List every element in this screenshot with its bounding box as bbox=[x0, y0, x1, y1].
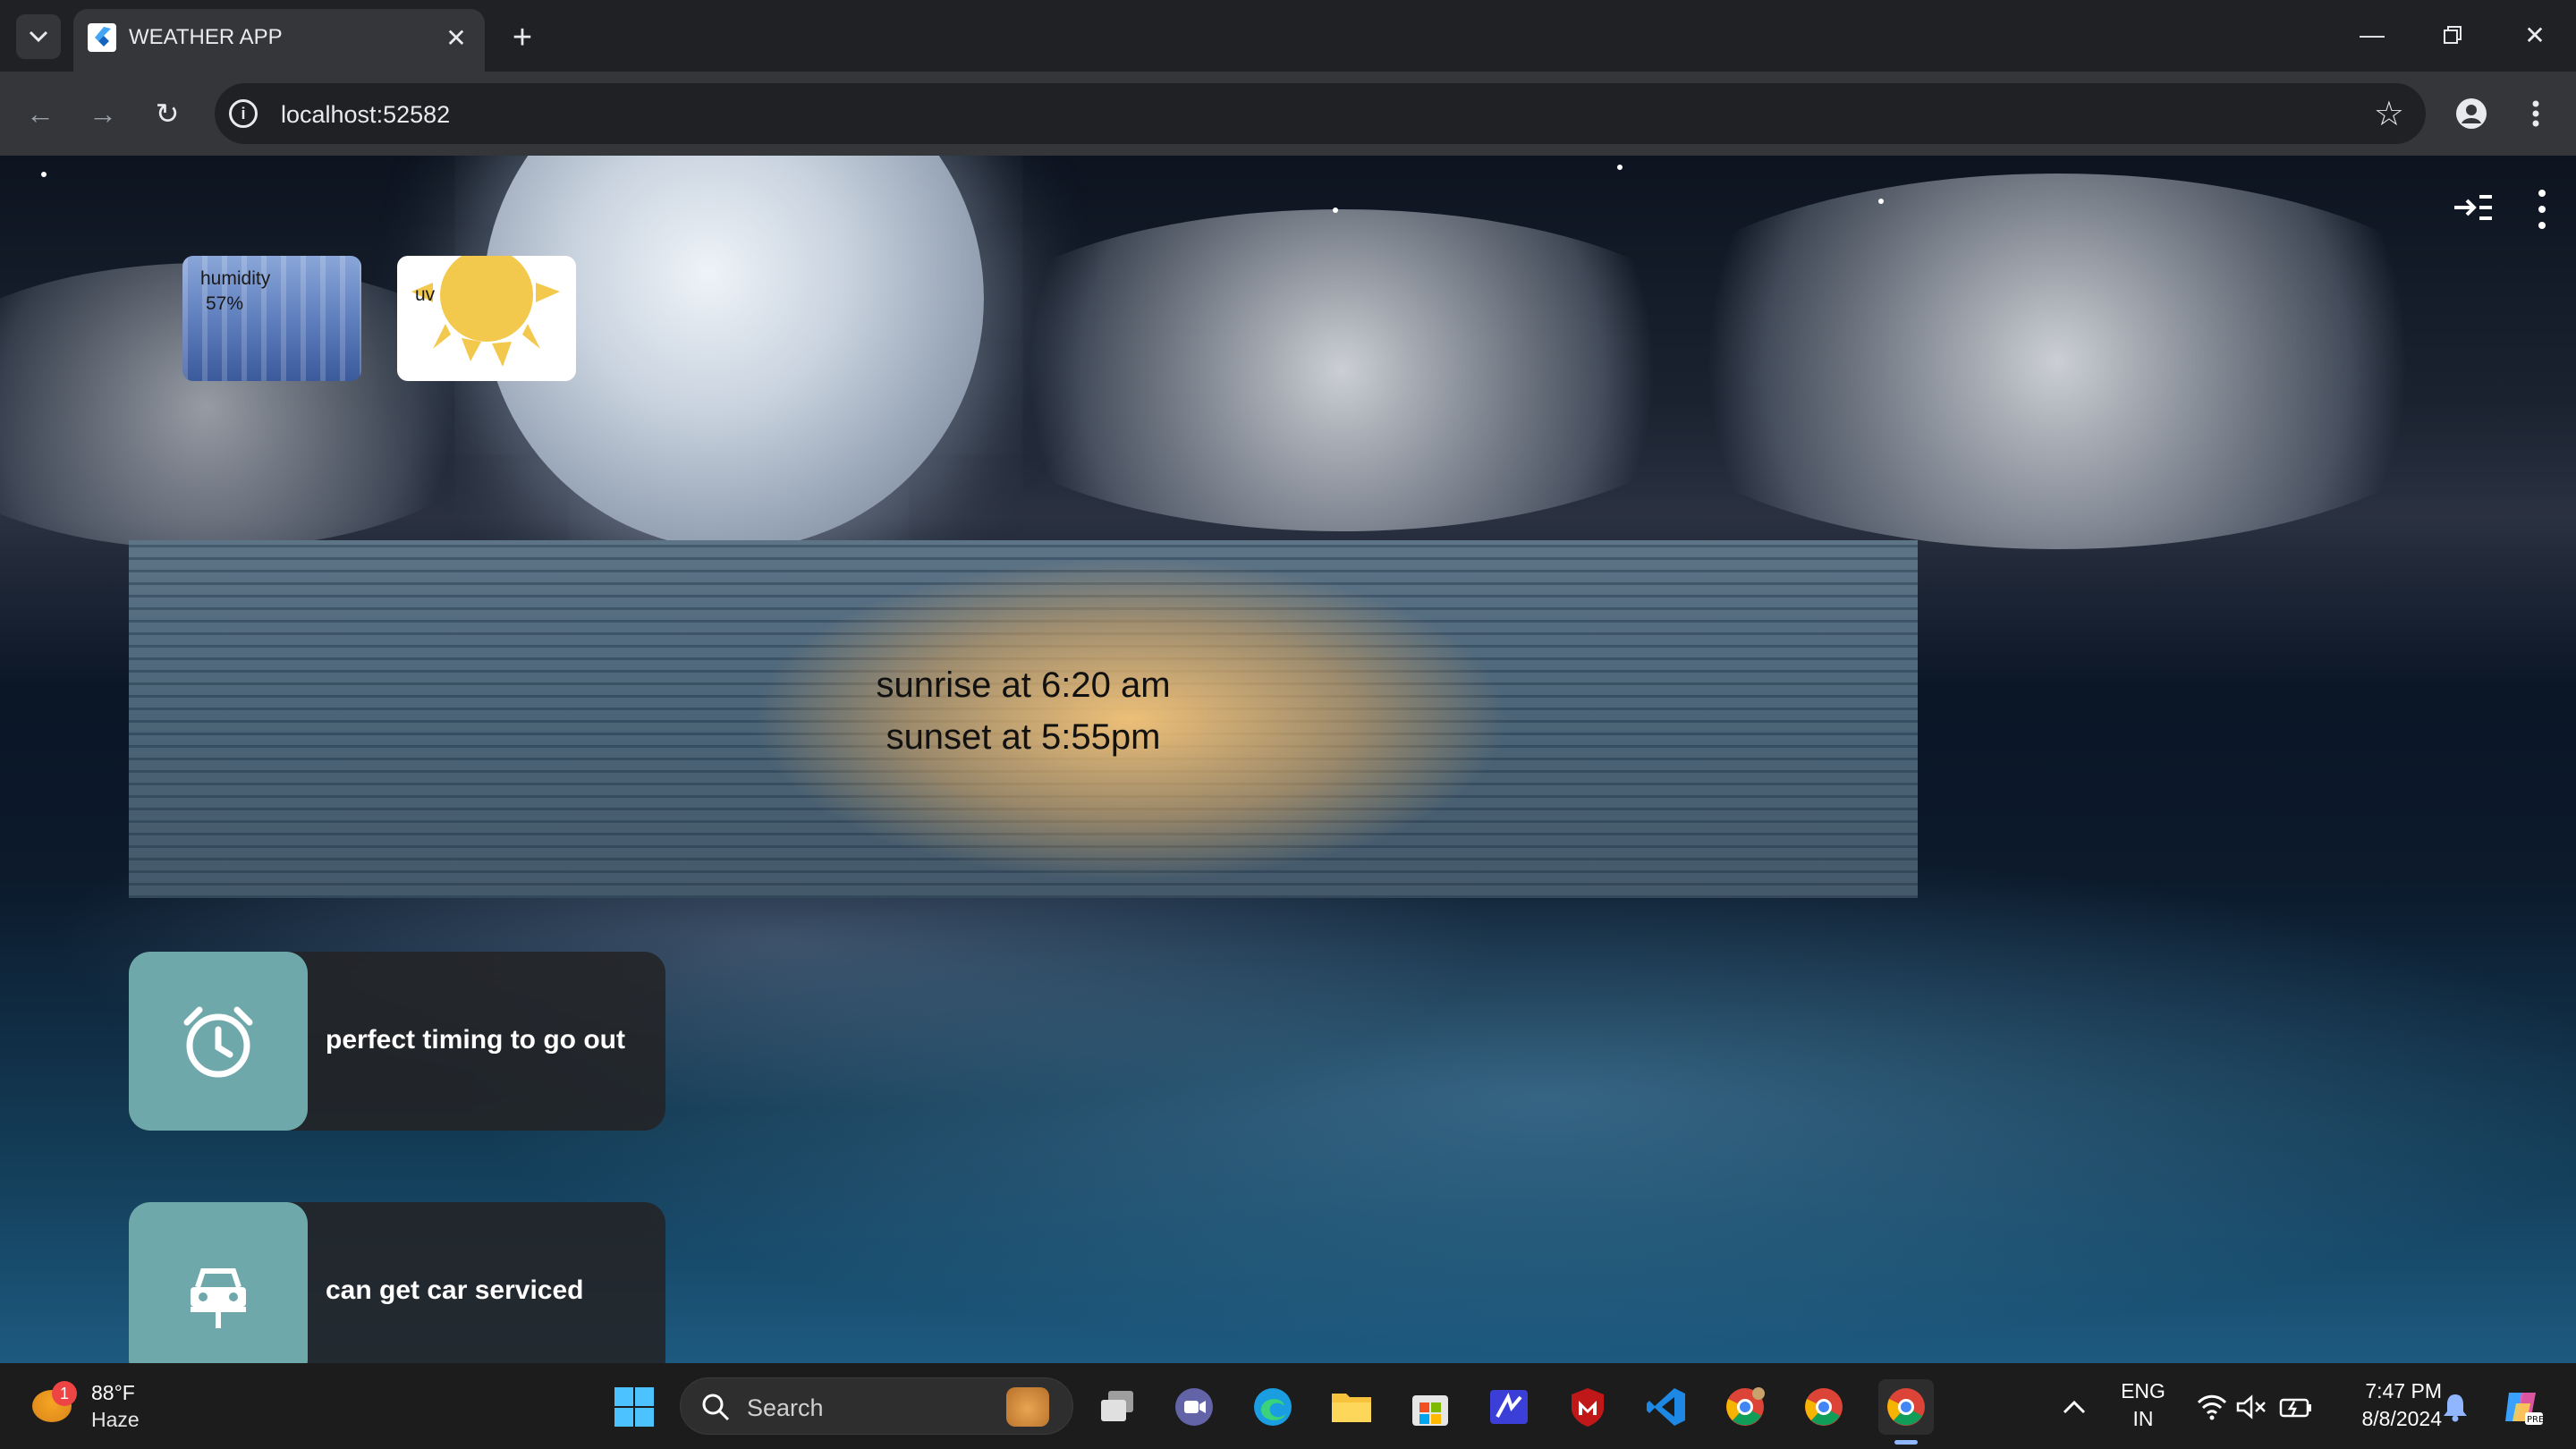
address-bar[interactable]: i localhost:52582 ☆ bbox=[215, 83, 2426, 144]
taskbar-weather-widget[interactable]: 1 88°F Haze bbox=[27, 1377, 161, 1435]
svg-text:PRE: PRE bbox=[2527, 1415, 2543, 1425]
star-dot bbox=[1333, 208, 1338, 213]
star-dot bbox=[41, 172, 47, 177]
browser-toolbar: ← → ↻ i localhost:52582 ☆ bbox=[0, 72, 2576, 156]
flutter-favicon-icon bbox=[88, 23, 116, 52]
vscode-icon[interactable] bbox=[1642, 1383, 1690, 1431]
restore-icon[interactable] bbox=[2426, 13, 2479, 57]
app-viewport: humidity 57% uv sunrise at 6:20 am sunse… bbox=[0, 156, 2576, 1363]
battery-charging-icon[interactable] bbox=[2272, 1383, 2320, 1431]
volume-muted-icon[interactable] bbox=[2227, 1383, 2275, 1431]
cat-search-highlight-icon bbox=[1006, 1387, 1049, 1427]
chevron-down-icon bbox=[29, 30, 48, 43]
star-dot bbox=[1617, 165, 1623, 170]
windows-start-icon[interactable] bbox=[610, 1383, 658, 1431]
browser-tab[interactable]: WEATHER APP ✕ bbox=[73, 9, 485, 72]
humidity-value: 57% bbox=[206, 293, 244, 314]
tab-title: WEATHER APP bbox=[129, 25, 283, 49]
search-icon bbox=[702, 1394, 730, 1421]
collapse-sidebar-icon[interactable] bbox=[2451, 190, 2496, 225]
weather-temp: 88°F bbox=[91, 1381, 135, 1404]
car-icon bbox=[129, 1202, 308, 1363]
clock-date: 8/8/2024 bbox=[2361, 1407, 2442, 1430]
chrome-active-icon[interactable] bbox=[1878, 1379, 1934, 1435]
forward-arrow-icon[interactable]: → bbox=[80, 91, 125, 136]
sunrise-sunset-panel: sunrise at 6:20 am sunset at 5:55pm bbox=[129, 540, 1918, 898]
tip-text: perfect timing to go out bbox=[326, 1025, 625, 1055]
copilot-icon[interactable]: PRE bbox=[2497, 1383, 2546, 1431]
humidity-label: humidity bbox=[200, 268, 271, 289]
mcafee-shield-icon[interactable] bbox=[1563, 1383, 1612, 1431]
task-view-icon[interactable] bbox=[1093, 1383, 1141, 1431]
active-app-indicator bbox=[1894, 1440, 1918, 1445]
search-placeholder: Search bbox=[747, 1394, 824, 1421]
weather-condition: Haze bbox=[91, 1408, 140, 1431]
profile-icon[interactable] bbox=[2449, 91, 2494, 136]
clock[interactable]: 7:47 PM 8/8/2024 bbox=[2326, 1379, 2442, 1431]
reload-icon[interactable]: ↻ bbox=[145, 91, 190, 136]
cloud-image bbox=[1610, 174, 2504, 549]
new-tab-button[interactable]: + bbox=[501, 16, 544, 59]
tab-search-button[interactable] bbox=[16, 14, 61, 59]
uv-label: uv bbox=[415, 284, 436, 305]
chrome-profile-icon[interactable] bbox=[1721, 1383, 1769, 1431]
sunset-text: sunset at 5:55pm bbox=[886, 717, 1161, 757]
file-explorer-icon[interactable] bbox=[1327, 1383, 1376, 1431]
app-menu-icon[interactable] bbox=[2533, 190, 2551, 229]
notification-bell-icon[interactable] bbox=[2431, 1383, 2479, 1431]
tab-close-icon[interactable]: ✕ bbox=[438, 20, 474, 55]
url-text: localhost:52582 bbox=[281, 101, 451, 128]
power-automate-icon[interactable] bbox=[1485, 1383, 1533, 1431]
windows-taskbar: 1 88°F Haze Search ENG IN 7:47 PM 8/8/20… bbox=[0, 1363, 2576, 1449]
humidity-card[interactable]: humidity 57% bbox=[182, 256, 361, 381]
edge-browser-icon[interactable] bbox=[1249, 1383, 1297, 1431]
teams-meet-icon[interactable] bbox=[1170, 1383, 1218, 1431]
back-arrow-icon[interactable]: ← bbox=[18, 91, 63, 136]
uv-card[interactable]: uv bbox=[397, 256, 576, 381]
bookmark-star-icon[interactable]: ☆ bbox=[2374, 94, 2404, 134]
site-info-icon[interactable]: i bbox=[229, 99, 258, 128]
clock-time: 7:47 PM bbox=[2365, 1379, 2442, 1402]
chrome-icon[interactable] bbox=[1800, 1383, 1848, 1431]
minimize-icon[interactable]: — bbox=[2345, 13, 2399, 57]
tip-card-car-service[interactable]: can get car serviced bbox=[129, 1202, 665, 1363]
language-indicator[interactable]: ENG IN bbox=[2114, 1379, 2172, 1431]
sun-icon bbox=[411, 256, 560, 367]
browser-menu-icon[interactable] bbox=[2513, 91, 2558, 136]
notification-badge: 1 bbox=[52, 1381, 77, 1406]
chevron-up-icon[interactable] bbox=[2050, 1383, 2098, 1431]
alarm-clock-icon bbox=[129, 952, 308, 1131]
microsoft-store-icon[interactable] bbox=[1406, 1383, 1454, 1431]
star-dot bbox=[1878, 199, 1884, 204]
tip-text: can get car serviced bbox=[326, 1275, 584, 1305]
close-window-icon[interactable]: ✕ bbox=[2508, 13, 2562, 57]
tip-card-go-out[interactable]: perfect timing to go out bbox=[129, 952, 665, 1131]
sunrise-text: sunrise at 6:20 am bbox=[876, 665, 1171, 705]
browser-tab-bar: WEATHER APP ✕ + — ✕ bbox=[0, 0, 2576, 72]
taskbar-search-box[interactable]: Search bbox=[680, 1377, 1073, 1435]
